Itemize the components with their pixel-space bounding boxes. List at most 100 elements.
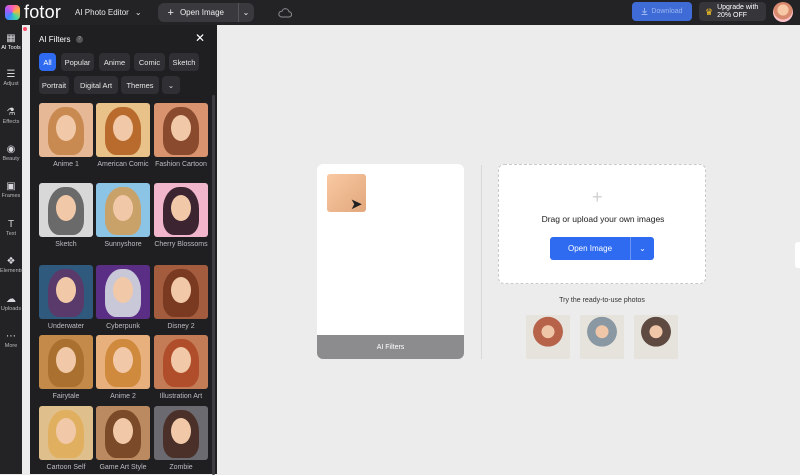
filter-chip[interactable]: Portrait — [39, 76, 69, 94]
filter-thumbnail — [154, 183, 208, 237]
collapse-handle[interactable] — [795, 242, 800, 268]
sample-photo[interactable] — [526, 315, 570, 359]
filter-card[interactable]: Fashion Cartoon — [154, 103, 208, 169]
rail-item-6[interactable]: ❖ Elements — [0, 255, 23, 274]
filter-name: Cartoon Self — [46, 464, 86, 471]
download-icon — [641, 8, 648, 15]
filter-card[interactable]: American Comic — [96, 103, 150, 169]
filter-thumbnail — [39, 103, 93, 157]
filter-card[interactable]: Cyberpunk — [96, 265, 150, 331]
flask-icon: ⚗ — [6, 107, 16, 118]
filter-thumbnail — [39, 183, 93, 237]
filter-name: Cyberpunk — [106, 323, 140, 330]
filter-thumbnail — [39, 406, 93, 460]
text-icon: T — [7, 219, 15, 230]
filter-name: Underwater — [47, 323, 85, 330]
rail-item-label: Elements — [0, 268, 23, 274]
fotor-logo-mark — [5, 5, 20, 20]
rail-item-label: Uploads — [0, 306, 22, 312]
filter-name: Sunnyshore — [104, 241, 142, 248]
rail-item-label: Effects — [2, 119, 20, 125]
rail-item-1[interactable]: ☰ Adjust — [0, 68, 22, 87]
chevron-down-icon[interactable]: ⌄ — [630, 237, 654, 260]
filter-thumbnail — [154, 265, 208, 319]
open-image-button-label: Open Image — [567, 244, 613, 253]
plus-icon: + — [592, 187, 603, 207]
filter-card[interactable]: Cartoon Self — [39, 406, 93, 472]
sample-photo[interactable] — [634, 315, 678, 359]
grid-icon: ▦ — [6, 33, 16, 44]
cursor-icon: ➤ — [350, 196, 363, 213]
frame-icon: ▣ — [6, 181, 16, 192]
rail-item-label: More — [4, 343, 18, 349]
fotor-logo[interactable]: fotor — [5, 2, 65, 23]
close-icon[interactable]: ✕ — [195, 32, 205, 44]
rail-item-label: AI Tools — [1, 45, 21, 51]
sample-photos-heading: Try the ready-to-use photos — [559, 297, 645, 304]
upgrade-line2: 20% OFF — [717, 11, 748, 19]
download-label: Download — [651, 8, 683, 15]
filter-chip[interactable]: Anime — [99, 53, 130, 71]
rail-item-8[interactable]: ⋯ More — [0, 330, 22, 349]
sliders-icon: ☰ — [6, 69, 16, 80]
rail-item-7[interactable]: ☁ Uploads — [0, 293, 22, 312]
filter-card[interactable]: Anime 1 — [39, 103, 93, 169]
filter-name: Fairytale — [52, 393, 80, 400]
rail-item-5[interactable]: T Text — [0, 218, 22, 237]
rail-item-0[interactable]: ▦ AI Tools — [0, 32, 22, 51]
filter-chip[interactable]: Digital Art — [74, 76, 118, 94]
sample-photo[interactable] — [580, 315, 624, 359]
editor-menu-label: AI Photo Editor — [75, 8, 129, 17]
chevron-down-icon[interactable]: ⌄ — [162, 76, 180, 94]
cloud-icon[interactable] — [277, 7, 292, 18]
open-image-top-button[interactable]: + Open Image ⌄ — [157, 3, 254, 22]
left-rail: ▦ AI Tools ☰ Adjust ⚗ Effects ◉ Beauty ▣ Frames T T… — [0, 25, 23, 474]
filter-card[interactable]: Sketch — [39, 183, 93, 249]
filter-card[interactable]: Zombie — [154, 406, 208, 472]
filter-thumbnail — [154, 406, 208, 460]
info-icon[interactable]: ? — [76, 36, 83, 43]
ai-filters-panel: AI Filters ? ✕ All Popular Anime Comic Sketc… — [30, 25, 217, 475]
filter-card[interactable]: Sunnyshore — [96, 183, 150, 249]
scrollbar-thumb[interactable] — [212, 95, 215, 475]
filter-chip[interactable]: All — [39, 53, 56, 71]
filter-chip[interactable]: Sketch — [169, 53, 199, 71]
filter-name: Sketch — [55, 241, 77, 248]
filter-chip[interactable]: Popular — [61, 53, 94, 71]
cloud-upload-icon: ☁ — [6, 294, 16, 305]
filter-name: Cherry Blossoms — [154, 241, 208, 248]
filter-card[interactable]: Disney 2 — [154, 265, 208, 331]
filter-card[interactable]: Cherry Blossoms — [154, 183, 208, 249]
user-avatar[interactable] — [773, 2, 793, 22]
download-button[interactable]: Download — [632, 2, 692, 21]
rail-item-2[interactable]: ⚗ Effects — [0, 106, 22, 125]
filter-card[interactable]: Illustration Art — [154, 335, 208, 401]
filter-name: Anime 1 — [53, 161, 79, 168]
filter-chip[interactable]: Comic — [134, 53, 165, 71]
filter-name: Disney 2 — [167, 323, 195, 330]
upgrade-button[interactable]: ♛ Upgrade with 20% OFF — [699, 2, 766, 21]
filter-thumbnail — [39, 335, 93, 389]
editor-menu[interactable]: AI Photo Editor ⌄ — [75, 8, 142, 17]
rail-item-3[interactable]: ◉ Beauty — [0, 143, 22, 162]
filter-card[interactable]: Underwater — [39, 265, 93, 331]
filter-name: Zombie — [169, 464, 193, 471]
upload-dropzone[interactable]: + Drag or upload your own images Open Im… — [498, 164, 706, 284]
shapes-icon: ❖ — [6, 256, 16, 267]
filter-name: Fashion Cartoon — [155, 161, 207, 168]
more-icon: ⋯ — [6, 331, 16, 342]
logo-text: fotor — [24, 2, 62, 22]
filter-card[interactable]: Fairytale — [39, 335, 93, 401]
filter-thumbnail — [96, 406, 150, 460]
notification-dot — [23, 27, 27, 31]
rail-item-label: Frames — [1, 193, 21, 199]
open-image-button[interactable]: Open Image ⌄ — [550, 237, 654, 260]
open-image-dropdown[interactable]: ⌄ — [237, 3, 254, 22]
filter-thumbnail — [96, 265, 150, 319]
filter-name: Illustration Art — [159, 393, 203, 400]
filter-chip[interactable]: Themes — [121, 76, 159, 94]
filter-name: Anime 2 — [110, 393, 136, 400]
filter-card[interactable]: Game Art Style — [96, 406, 150, 472]
filter-card[interactable]: Anime 2 — [96, 335, 150, 401]
rail-item-4[interactable]: ▣ Frames — [0, 180, 22, 199]
